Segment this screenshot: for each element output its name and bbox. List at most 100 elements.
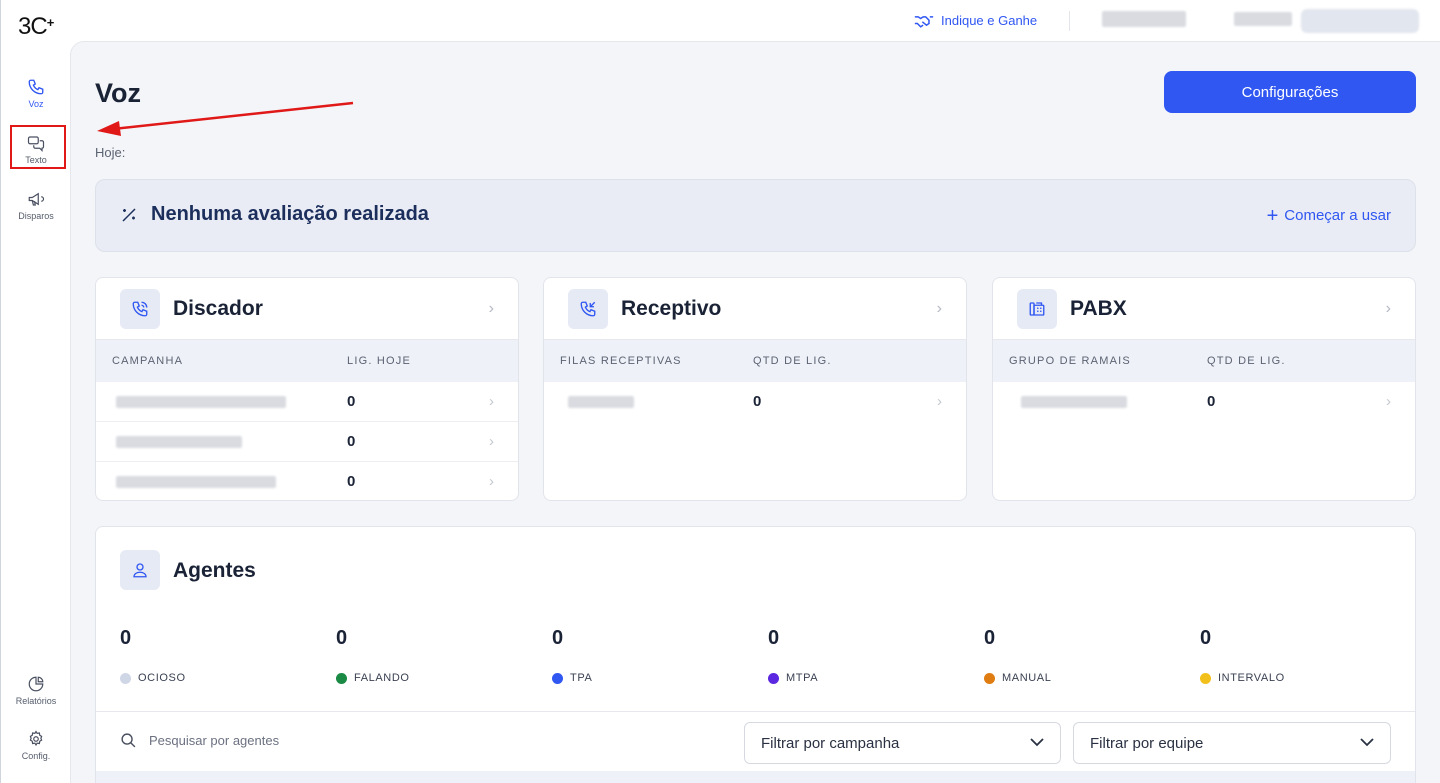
table-row[interactable]: 0 › — [96, 462, 518, 500]
card-icon-box — [568, 289, 608, 329]
main-content: Voz Hoje: Configurações Nenhuma avaliaçã… — [70, 41, 1440, 783]
chevron-right-icon[interactable]: › — [937, 300, 942, 318]
campaign-filter-select[interactable]: Filtrar por campanha — [744, 722, 1061, 764]
stat-mtpa-label: MTPA — [768, 672, 818, 684]
megaphone-icon — [28, 192, 45, 206]
phone-icon — [28, 79, 44, 95]
select-value: Filtrar por equipe — [1090, 734, 1204, 752]
pabx-card: PABX › GRUPO DE RAMAIS QTD DE LIG. 0 › — [992, 277, 1416, 501]
chevron-right-icon: › — [489, 433, 494, 450]
pie-chart-icon — [28, 676, 44, 692]
stat-label: MANUAL — [1002, 672, 1052, 684]
divider — [96, 711, 1415, 712]
user-info-redacted — [1102, 11, 1186, 27]
handshake-icon — [914, 15, 934, 28]
top-bar: Indique e Ganhe — [70, 0, 1440, 41]
table-row[interactable]: 0 › — [993, 382, 1415, 422]
chevron-down-icon — [1030, 738, 1044, 747]
column-header: FILAS RECEPTIVAS — [560, 355, 682, 367]
select-value: Filtrar por campanha — [761, 734, 900, 752]
stat-label: MTPA — [786, 672, 819, 684]
table-row[interactable]: 0 › — [96, 422, 518, 462]
stat-label: TPA — [570, 672, 593, 684]
agents-panel: Agentes 0 0 0 0 0 0 OCIOSO FALANDO TPA M… — [95, 526, 1416, 783]
gear-icon — [29, 730, 43, 747]
stat-mtpa-value: 0 — [768, 627, 780, 649]
magic-wand-icon — [122, 208, 136, 222]
stat-intervalo-value: 0 — [1200, 627, 1212, 649]
table-row[interactable]: 0 › — [96, 382, 518, 422]
agents-title: Agentes — [173, 559, 256, 582]
row-value: 0 — [347, 473, 356, 490]
phone-outgoing-icon — [132, 301, 148, 317]
row-value: 0 — [347, 433, 356, 450]
chevron-right-icon[interactable]: › — [1386, 300, 1391, 318]
card-header[interactable]: PABX › — [993, 278, 1415, 339]
stat-manual-value: 0 — [984, 627, 996, 649]
sidebar-item-relatorios[interactable]: Relatórios — [1, 675, 71, 706]
stat-tpa-value: 0 — [552, 627, 564, 649]
annotation-highlight-box — [10, 125, 66, 169]
table-header: GRUPO DE RAMAIS QTD DE LIG. — [993, 339, 1415, 382]
chevron-right-icon: › — [489, 393, 494, 410]
discador-card: Discador › CAMPANHA LIG. HOJE 0 › 0 › 0 … — [95, 277, 519, 501]
chevron-right-icon: › — [937, 393, 942, 410]
column-header: QTD DE LIG. — [753, 355, 832, 367]
start-using-button[interactable]: + Começar a usar — [1267, 206, 1391, 226]
table-header: FILAS RECEPTIVAS QTD DE LIG. — [544, 339, 966, 382]
status-dot-icon — [984, 672, 995, 684]
card-header[interactable]: Discador › — [96, 278, 518, 339]
user-menu-redacted[interactable] — [1301, 9, 1419, 33]
team-filter-select[interactable]: Filtrar por equipe — [1073, 722, 1391, 764]
search-icon — [121, 733, 136, 748]
table-header: CAMPANHA LIG. HOJE — [96, 339, 518, 382]
user-icon — [133, 563, 147, 578]
sidebar-item-label: Config. — [21, 751, 51, 761]
card-title: PABX — [1070, 297, 1127, 320]
sidebar-item-disparos[interactable]: Disparos — [1, 190, 71, 221]
column-header: QTD DE LIG. — [1207, 355, 1286, 367]
redacted-name — [116, 396, 286, 408]
user-info-redacted — [1234, 12, 1292, 26]
configuracoes-button[interactable]: Configurações — [1164, 71, 1416, 113]
stat-ocioso-value: 0 — [120, 627, 132, 649]
redacted-name — [116, 476, 276, 488]
column-header: CAMPANHA — [112, 355, 184, 367]
evaluation-title: Nenhuma avaliação realizada — [151, 203, 429, 225]
stat-falando-value: 0 — [336, 627, 348, 649]
sidebar-item-label: Relatórios — [15, 696, 57, 706]
agents-table-header — [96, 771, 1415, 783]
redacted-name — [116, 436, 242, 448]
search-placeholder: Pesquisar por agentes — [149, 733, 280, 748]
start-using-label: Começar a usar — [1284, 207, 1391, 224]
card-title: Receptivo — [621, 297, 722, 320]
chevron-right-icon[interactable]: › — [489, 300, 494, 318]
column-header: GRUPO DE RAMAIS — [1009, 355, 1131, 367]
status-dot-icon — [768, 672, 779, 684]
card-header[interactable]: Receptivo › — [544, 278, 966, 339]
chevron-right-icon: › — [489, 473, 494, 490]
row-value: 0 — [347, 393, 356, 410]
card-icon-box — [120, 289, 160, 329]
redacted-name — [1021, 396, 1127, 408]
agent-search-input[interactable]: Pesquisar por agentes — [120, 732, 279, 749]
card-title: Discador — [173, 297, 263, 320]
stat-label: OCIOSO — [138, 672, 186, 684]
chevron-right-icon: › — [1386, 393, 1391, 410]
app-logo[interactable]: 3C+ — [18, 13, 54, 41]
column-header: LIG. HOJE — [347, 355, 411, 367]
sidebar-item-voz[interactable]: Voz — [1, 78, 71, 109]
divider — [1069, 11, 1070, 31]
row-value: 0 — [753, 393, 762, 410]
evaluation-banner: Nenhuma avaliação realizada + Começar a … — [95, 179, 1416, 252]
stat-falando-label: FALANDO — [336, 672, 410, 684]
table-row[interactable]: 0 › — [544, 382, 966, 422]
annotation-arrow — [97, 101, 354, 136]
sidebar-item-config[interactable]: Config. — [1, 730, 71, 761]
redacted-name — [568, 396, 634, 408]
card-icon-box — [1017, 289, 1057, 329]
receptivo-card: Receptivo › FILAS RECEPTIVAS QTD DE LIG.… — [543, 277, 967, 501]
stat-ocioso-label: OCIOSO — [120, 672, 186, 684]
referral-link[interactable]: Indique e Ganhe — [914, 13, 1037, 28]
sidebar-item-label: Disparos — [18, 211, 54, 221]
